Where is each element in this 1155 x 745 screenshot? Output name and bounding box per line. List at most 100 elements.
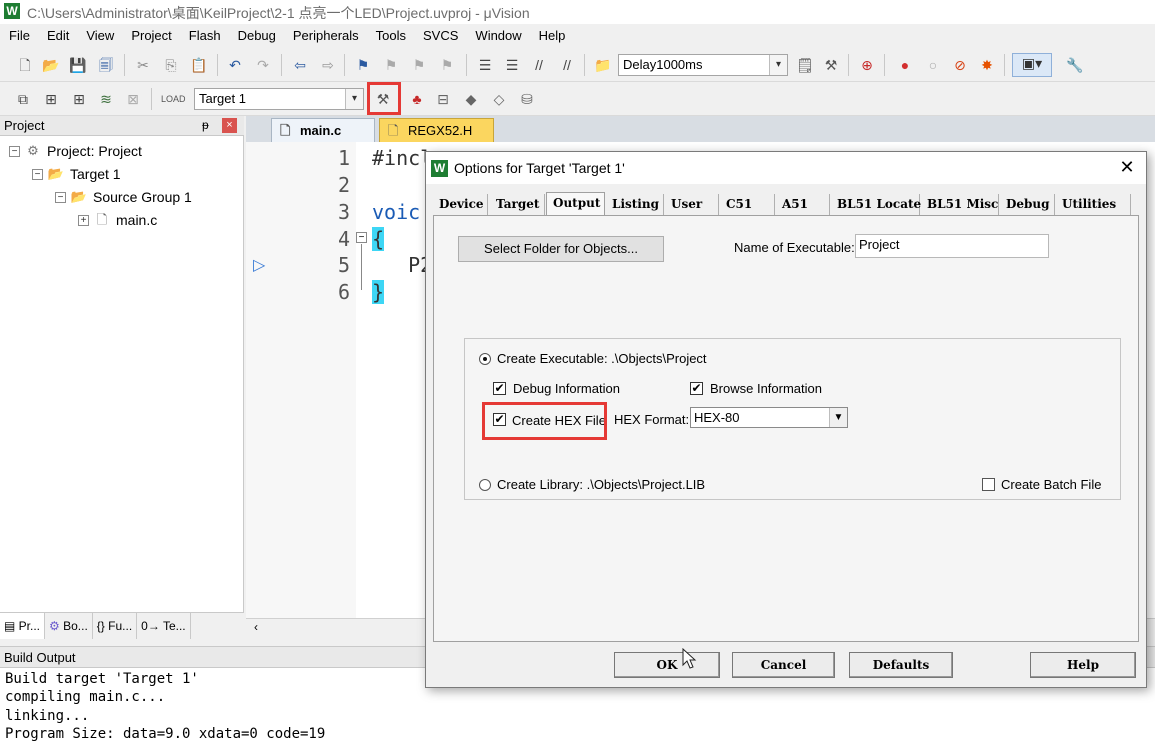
disable-all-breakpoints-icon[interactable]: ⊘ xyxy=(951,56,969,74)
tab-project[interactable]: ▤ Pr... xyxy=(0,613,46,639)
next-bookmark-icon[interactable]: ⚑ xyxy=(410,56,428,74)
bookmark-icon[interactable]: ⚑ xyxy=(354,56,372,74)
tab-output[interactable]: Output xyxy=(546,192,605,217)
tree-item-source-group[interactable]: − 📂 Source Group 1 xyxy=(55,189,192,205)
indent-icon[interactable]: ☰ xyxy=(476,56,494,74)
debug-information-checkbox[interactable]: ✔ xyxy=(493,382,506,395)
breakpoint-icon[interactable]: ● xyxy=(896,56,914,74)
tab-device[interactable]: Device xyxy=(433,194,488,216)
collapse-icon[interactable]: − xyxy=(9,145,20,157)
menu-peripherals[interactable]: Peripherals xyxy=(284,24,367,48)
find-in-files-icon[interactable]: 📁 xyxy=(594,56,612,74)
close-icon[interactable]: × xyxy=(222,118,237,133)
batch-build-icon[interactable]: ≋ xyxy=(97,90,115,108)
select-packs-icon[interactable]: ◆ xyxy=(462,90,480,108)
comment-icon[interactable]: // xyxy=(530,56,548,74)
prev-bookmark-icon[interactable]: ⚑ xyxy=(382,56,400,74)
help-button[interactable]: Help xyxy=(1030,652,1136,678)
tab-functions[interactable]: {} Fu... xyxy=(93,613,138,639)
name-of-executable-input[interactable]: Project xyxy=(855,234,1049,258)
configure-icon[interactable]: 🔧 xyxy=(1066,56,1084,74)
function-combo[interactable]: Delay1000ms ▾ xyxy=(618,54,788,76)
undo-icon[interactable]: ↶ xyxy=(226,56,244,74)
tab-main-c[interactable]: 🗋 main.c xyxy=(271,118,375,142)
stop-build-icon[interactable]: ⊠ xyxy=(124,90,142,108)
pin-icon[interactable]: ᵽ xyxy=(202,118,209,132)
create-executable-radio[interactable] xyxy=(479,353,491,365)
incremental-find-icon[interactable]: ⚒ xyxy=(822,56,840,74)
menu-flash[interactable]: Flash xyxy=(180,24,229,48)
run-time-environment-icon[interactable]: ◇ xyxy=(490,90,508,108)
rebuild-icon[interactable]: ⊞ xyxy=(70,90,88,108)
tab-debug[interactable]: Debug xyxy=(1000,194,1055,216)
chevron-down-icon[interactable]: ▼ xyxy=(829,408,847,427)
save-icon[interactable]: 💾 xyxy=(69,56,87,74)
unindent-icon[interactable]: ☰ xyxy=(503,56,521,74)
tab-user[interactable]: User xyxy=(665,194,719,216)
cancel-button[interactable]: Cancel xyxy=(732,652,835,678)
chevron-down-icon[interactable]: ▾ xyxy=(345,89,363,109)
tab-regx52-h[interactable]: 🗋 REGX52.H xyxy=(379,118,494,142)
menu-tools[interactable]: Tools xyxy=(367,24,414,48)
toolbar-separator xyxy=(344,54,345,76)
uvision-app-icon: W xyxy=(4,3,20,19)
build-icon[interactable]: ⊞ xyxy=(42,90,60,108)
create-library-radio[interactable] xyxy=(479,479,491,491)
window-layout-icon[interactable]: ▣▾ xyxy=(1012,53,1052,77)
tab-books[interactable]: ⚙ Bo... xyxy=(45,613,93,639)
select-folder-button[interactable]: Select Folder for Objects... xyxy=(458,236,664,262)
hex-format-select[interactable]: HEX-80 ▼ xyxy=(690,407,848,428)
collapse-icon[interactable]: − xyxy=(55,191,66,203)
menu-svcs[interactable]: SVCS xyxy=(414,24,466,48)
tree-item-main-c[interactable]: + 🗋 main.c xyxy=(78,212,157,228)
load-icon[interactable]: LOAD xyxy=(161,90,186,108)
menu-edit[interactable]: Edit xyxy=(38,24,77,48)
menu-debug[interactable]: Debug xyxy=(229,24,284,48)
pack-installer-icon[interactable]: ⛁ xyxy=(518,90,536,108)
redo-icon[interactable]: ↷ xyxy=(254,56,272,74)
save-all-icon[interactable]: 🗐 xyxy=(97,56,115,74)
tab-utilities[interactable]: Utilities xyxy=(1056,194,1131,216)
kill-all-breakpoints-icon[interactable]: ✸ xyxy=(978,56,996,74)
cut-icon[interactable]: ✂ xyxy=(134,56,152,74)
debug-session-icon[interactable]: ⊕ xyxy=(858,56,876,74)
navigate-back-icon[interactable]: ⇦ xyxy=(291,56,309,74)
defaults-button[interactable]: Defaults xyxy=(849,652,953,678)
menu-window[interactable]: Window xyxy=(466,24,529,48)
target-combo[interactable]: Target 1 ▾ xyxy=(194,88,364,110)
close-icon[interactable]: ✕ xyxy=(1116,156,1138,178)
copy-icon[interactable]: ⎘ xyxy=(162,56,180,74)
tab-bl51-misc[interactable]: BL51 Misc xyxy=(921,194,999,216)
browse-information-checkbox[interactable]: ✔ xyxy=(690,382,703,395)
navigate-forward-icon[interactable]: ⇨ xyxy=(319,56,337,74)
tree-item-project[interactable]: − ⚙ Project: Project xyxy=(9,143,142,159)
menu-view[interactable]: View xyxy=(77,24,122,48)
open-folder-icon[interactable]: 📂 xyxy=(42,56,60,74)
tab-listing[interactable]: Listing xyxy=(606,194,664,216)
menu-project[interactable]: Project xyxy=(122,24,179,48)
chevron-down-icon[interactable]: ▾ xyxy=(769,55,787,75)
manage-components-icon[interactable]: ♣ xyxy=(408,90,426,108)
find-icon[interactable]: 🗒 xyxy=(796,56,814,74)
tab-templates[interactable]: 0→ Te... xyxy=(137,613,191,639)
translate-icon[interactable]: ⧉ xyxy=(14,90,32,108)
fold-icon[interactable]: − xyxy=(356,232,367,243)
tab-target[interactable]: Target xyxy=(490,194,545,216)
uncomment-icon[interactable]: // xyxy=(558,56,576,74)
clear-bookmarks-icon[interactable]: ⚑ xyxy=(438,56,456,74)
tab-bl51-locate[interactable]: BL51 Locate xyxy=(831,194,921,216)
collapse-icon[interactable]: − xyxy=(32,168,43,180)
disable-breakpoint-icon[interactable]: ○ xyxy=(924,56,942,74)
new-file-icon[interactable]: 🗋 xyxy=(16,56,34,74)
tree-item-target[interactable]: − 📂 Target 1 xyxy=(32,166,121,182)
create-batch-file-checkbox[interactable] xyxy=(982,478,995,491)
scroll-left-icon[interactable]: ‹ xyxy=(254,620,258,634)
expand-icon[interactable]: + xyxy=(78,214,89,226)
tab-a51[interactable]: A51 xyxy=(776,194,830,216)
menu-file[interactable]: File xyxy=(0,24,38,48)
tab-c51[interactable]: C51 xyxy=(720,194,775,216)
paste-icon[interactable]: 📋 xyxy=(190,56,208,74)
manage-project-items-icon[interactable]: ⊟ xyxy=(434,90,452,108)
menu-help[interactable]: Help xyxy=(530,24,574,48)
ok-button[interactable]: OK xyxy=(614,652,720,678)
